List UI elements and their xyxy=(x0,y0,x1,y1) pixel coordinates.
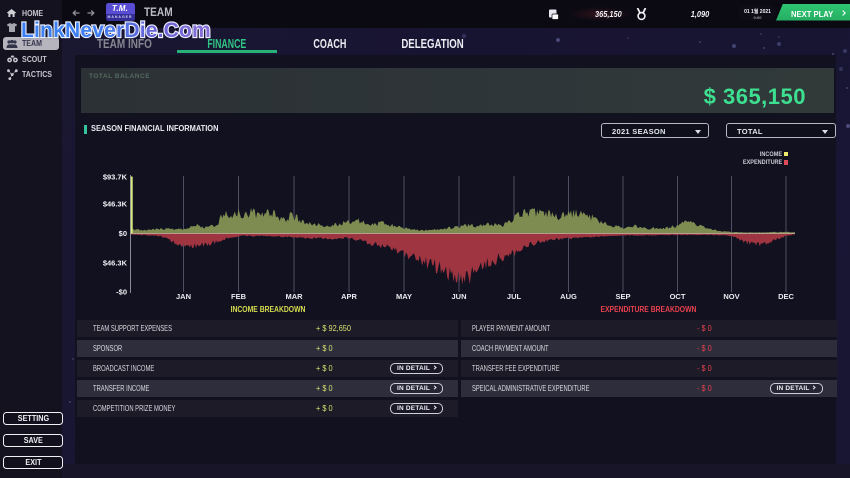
svg-text:$93.7K: $93.7K xyxy=(103,173,128,182)
svg-text:JUN: JUN xyxy=(451,292,466,301)
svg-text:AUG: AUG xyxy=(560,292,577,301)
svg-text:SEP: SEP xyxy=(615,292,630,301)
svg-text:DEC: DEC xyxy=(778,292,794,301)
svg-text:$46.3K: $46.3K xyxy=(103,200,128,209)
svg-text:OCT: OCT xyxy=(670,292,686,301)
svg-text:MAR: MAR xyxy=(285,292,303,301)
svg-text:$46.3K: $46.3K xyxy=(103,259,128,268)
svg-text:JUL: JUL xyxy=(507,292,522,301)
svg-text:$0: $0 xyxy=(119,229,127,238)
svg-text:APR: APR xyxy=(341,292,357,301)
svg-text:-$0: -$0 xyxy=(116,288,127,297)
svg-text:JAN: JAN xyxy=(176,292,191,301)
svg-text:FEB: FEB xyxy=(231,292,247,301)
svg-text:NOV: NOV xyxy=(723,292,739,301)
svg-text:MAY: MAY xyxy=(396,292,412,301)
